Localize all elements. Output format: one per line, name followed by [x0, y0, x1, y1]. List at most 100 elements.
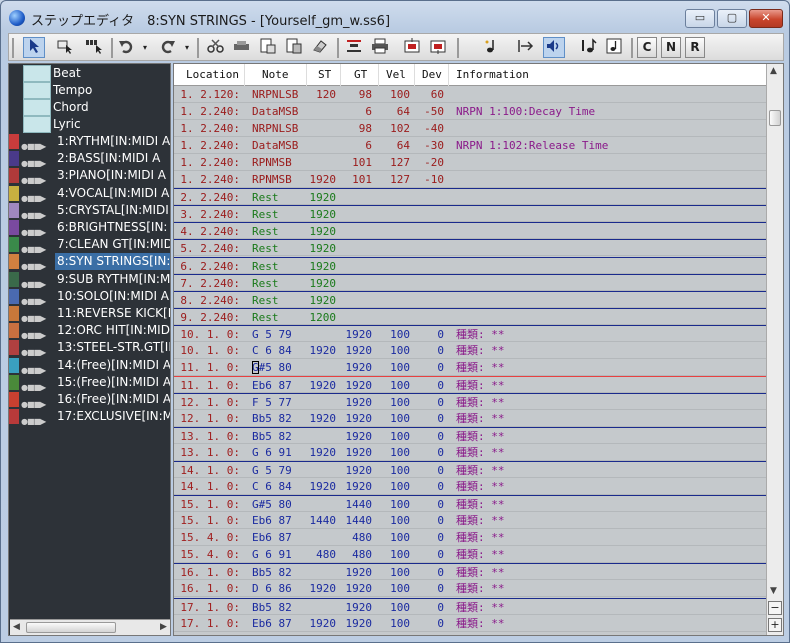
cell-loc[interactable]: 14. 1. 0: [180, 462, 240, 479]
cell-note[interactable]: Rest [252, 223, 279, 240]
event-row[interactable]: 15. 4. 0: Eb6 87 480 100 0 種類: ** [174, 529, 766, 547]
event-list-vscrollbar[interactable]: ▲ ▼ − + [766, 64, 783, 635]
cell-loc[interactable]: 13. 1. 0: [180, 428, 240, 445]
cell-loc[interactable]: 13. 1. 0: [180, 444, 240, 461]
meta-track-3[interactable]: Lyric [23, 116, 170, 133]
cell-st[interactable]: 1920 [310, 189, 337, 206]
cell-gt[interactable]: 480 [352, 546, 372, 563]
event-row[interactable]: 12. 1. 0: Bb5 82 1920 1920 100 0 種類: ** [174, 410, 766, 427]
cell-loc[interactable]: 15. 1. 0: [180, 496, 240, 513]
cell-loc[interactable]: 3. 2.240: [180, 206, 240, 223]
cell-gt[interactable]: 1920 [346, 580, 373, 597]
track-item[interactable]: ●■■▶ 7:CLEAN GT[IN:MIDI [9, 236, 170, 253]
cell-gt[interactable]: 98 [359, 86, 372, 103]
event-row[interactable]: 12. 1. 0: F 5 77 1920 100 0 種類: ** [174, 392, 766, 411]
cell-loc[interactable]: 2. 2.240: [180, 189, 240, 206]
cell-vel[interactable]: 100 [390, 377, 410, 394]
cell-gt[interactable]: 1920 [346, 615, 373, 632]
cell-info[interactable]: 種類: ** [456, 529, 505, 546]
filter-c-button[interactable]: C [637, 37, 657, 58]
track-item[interactable]: ●■■▶ 9:SUB RYTHM[IN:MI [9, 271, 170, 288]
event-row[interactable]: 1. 2.240: RPNMSB 101 127 -20 [174, 154, 766, 172]
cell-loc[interactable]: 1. 2.240: [180, 171, 240, 188]
cell-dev[interactable]: 0 [437, 478, 444, 495]
track-mute-solo-icon[interactable]: ●■■▶ [21, 207, 46, 219]
filter-r-button[interactable]: R [685, 37, 705, 58]
event-row[interactable]: 3. 2.240: Rest 1920 [174, 205, 766, 223]
col-header-information[interactable]: Information [456, 68, 529, 81]
select-arrow-button[interactable] [23, 37, 45, 58]
cell-dev[interactable]: 0 [437, 410, 444, 427]
cell-note[interactable]: Eb6 87 [252, 377, 292, 394]
event-row[interactable]: 17. 1. 0: F 6 1920 [174, 632, 766, 635]
cell-dev[interactable]: 0 [437, 580, 444, 597]
col-header-note[interactable]: Note [262, 68, 289, 81]
cell-note[interactable]: G#5 80 [252, 496, 292, 513]
track-mute-solo-icon[interactable]: ●■■▶ [21, 172, 46, 184]
insert-measure-button[interactable] [343, 37, 365, 58]
cell-info[interactable]: 種類: ** [456, 342, 505, 359]
undo-button[interactable] [115, 37, 137, 58]
scroll-right-arrow[interactable]: ▶ [160, 620, 167, 635]
jump-to-button[interactable] [515, 37, 537, 58]
cell-loc[interactable]: 16. 1. 0: [180, 580, 240, 597]
cell-gt[interactable]: 1920 [346, 377, 373, 394]
event-row[interactable]: 15. 1. 0: G#5 80 1440 100 0 種類: ** [174, 495, 766, 513]
maximize-button[interactable]: ▢ [717, 9, 747, 28]
cell-note[interactable]: C 6 84 [252, 478, 292, 495]
cell-loc[interactable]: 5. 2.240: [180, 240, 240, 257]
cell-gt[interactable]: 480 [352, 529, 372, 546]
track-item[interactable]: ●■■▶ 16:(Free)[IN:MIDI A [9, 391, 170, 408]
cut-button[interactable] [205, 37, 227, 58]
event-row[interactable]: 11. 1. 0: G#5 80 1920 100 0 種類: ** [174, 359, 766, 376]
cell-gt[interactable]: 6 [365, 103, 372, 120]
meta-track-2[interactable]: Chord [23, 99, 170, 116]
track-mute-solo-icon[interactable]: ●■■▶ [21, 258, 46, 270]
cell-vel[interactable]: 100 [390, 86, 410, 103]
track-item[interactable]: ●■■▶ 1:RYTHM[IN:MIDI A [9, 133, 170, 150]
close-button[interactable]: ✕ [749, 9, 783, 28]
scroll-thumb[interactable] [769, 110, 781, 126]
track-mute-solo-icon[interactable]: ●■■▶ [21, 327, 46, 339]
cell-dev[interactable]: -40 [424, 120, 444, 137]
cell-loc[interactable]: 17. 1. 0: [180, 615, 240, 632]
cell-loc[interactable]: 10. 1. 0: [180, 342, 240, 359]
cell-st[interactable]: 1920 [310, 275, 337, 292]
note-view-button[interactable] [603, 37, 625, 58]
cell-dev[interactable]: 0 [437, 512, 444, 529]
cell-gt[interactable]: 1920 [346, 632, 373, 635]
track-mute-solo-icon[interactable]: ●■■▶ [21, 413, 46, 425]
cell-note[interactable]: RPNMSB [252, 154, 292, 171]
cell-info[interactable]: 種類: ** [456, 462, 505, 479]
cell-vel[interactable]: 100 [390, 478, 410, 495]
track-mute-solo-icon[interactable]: ●■■▶ [21, 190, 46, 202]
minimize-button[interactable]: ▭ [685, 9, 715, 28]
cell-st[interactable]: 1920 [310, 615, 337, 632]
cell-gt[interactable]: 1920 [346, 428, 373, 445]
paste-button[interactable] [257, 37, 279, 58]
eighth-note-button[interactable] [577, 37, 599, 58]
cell-loc[interactable]: 4. 2.240: [180, 223, 240, 240]
cell-gt[interactable]: 1920 [346, 478, 373, 495]
cell-dev[interactable]: -50 [424, 103, 444, 120]
cell-info[interactable]: 種類: ** [456, 478, 505, 495]
cell-vel[interactable]: 100 [390, 394, 410, 411]
track-item[interactable]: ●■■▶ 5:CRYSTAL[IN:MIDI [9, 202, 170, 219]
cell-st[interactable]: 1920 [310, 444, 337, 461]
track-mute-solo-icon[interactable]: ●■■▶ [21, 362, 46, 374]
cell-gt[interactable]: 1920 [346, 410, 373, 427]
cell-loc[interactable]: 16. 1. 0: [180, 564, 240, 581]
cell-dev[interactable]: 0 [437, 377, 444, 394]
cell-vel[interactable]: 64 [397, 103, 410, 120]
cell-dev[interactable]: 0 [437, 496, 444, 513]
erase-button[interactable] [309, 37, 331, 58]
cell-loc[interactable]: 6. 2.240: [180, 258, 240, 275]
filter-n-button[interactable]: N [661, 37, 681, 58]
col-header-gt[interactable]: GT [354, 68, 367, 81]
event-row[interactable]: 5. 2.240: Rest 1920 [174, 239, 766, 257]
event-row[interactable]: 1. 2.240: NRPNLSB 98 102 -40 [174, 120, 766, 138]
cell-loc[interactable]: 14. 1. 0: [180, 478, 240, 495]
cell-note[interactable]: Rest [252, 258, 279, 275]
scroll-thumb[interactable] [26, 622, 116, 633]
cell-loc[interactable]: 12. 1. 0: [180, 410, 240, 427]
